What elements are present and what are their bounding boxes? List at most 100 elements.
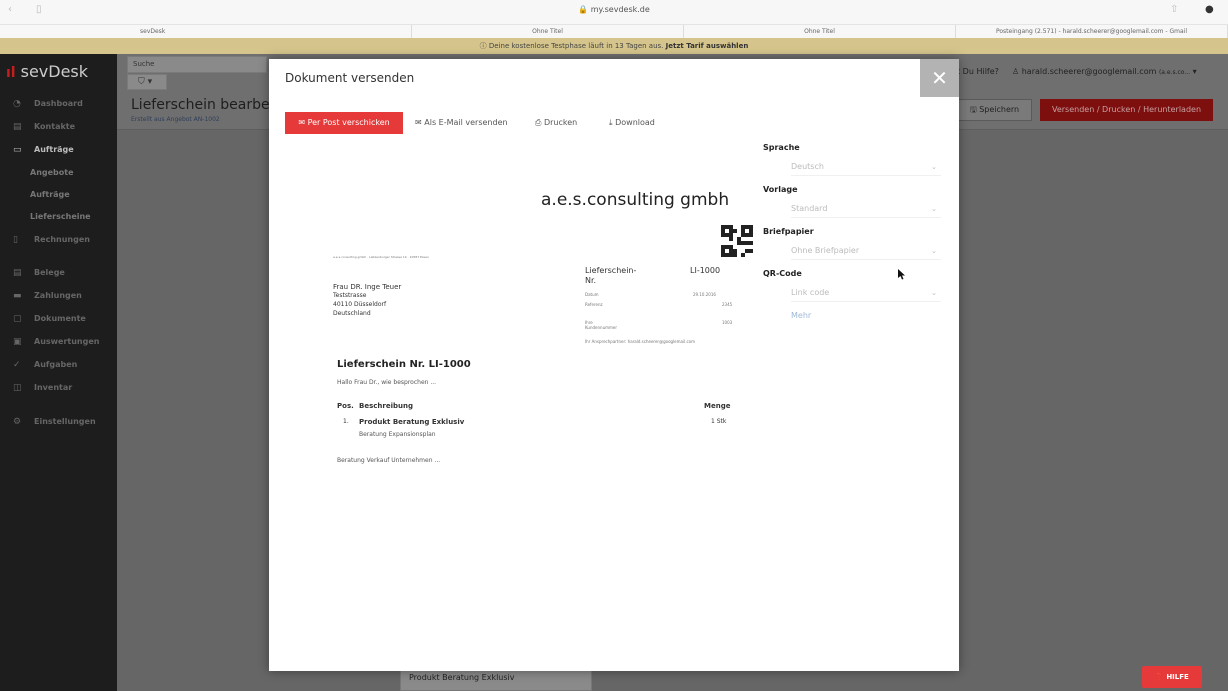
tab-sevdesk[interactable]: sevDesk [0,25,412,38]
meta-date-value: 29.10.2016 [693,292,716,297]
meta-ref-label: Referenz [585,302,603,307]
contact-card-icon: ▤ [13,122,22,132]
more-link[interactable]: Mehr [791,311,811,320]
sender-line: a.e.s.consulting gmbh · Lietzenburger St… [333,255,429,259]
sidebar-item-einstellungen[interactable]: ⚙ Einstellungen [0,412,117,432]
close-button[interactable]: ✕ [920,59,959,97]
user-company: (a.e.s.co... [1158,69,1191,76]
chevron-down-icon: ⌄ [931,247,937,255]
tab-untitled-2[interactable]: Ohne Titel [684,25,956,38]
sidebar-item-label: Kontakte [34,122,76,131]
trial-banner: ⓘ Deine kostenlose Testphase läuft in 13… [0,38,1228,54]
vorlage-value: Standard [791,204,828,213]
recipient-country: Deutschland [333,310,371,317]
sidebar-item-angebote[interactable]: Angebote [0,163,117,183]
save-button[interactable]: 🖫 Speichern [957,99,1032,121]
vorlage-select[interactable]: Standard ⌄ [791,200,941,218]
meta-customer-label: Ihre Kundennummer [585,320,617,330]
extension-icon[interactable]: ● [1205,4,1214,15]
sidebar-item-inventar[interactable]: ◫ Inventar [0,378,117,398]
save-label: Speichern [979,105,1020,114]
filter-icon: ⛉ ▾ [138,77,153,87]
page-subtitle[interactable]: Erstellt aus Angebot AN-1002 [131,116,220,123]
sidebar-item-label: Belege [34,268,65,277]
chart-icon: ▣ [13,337,22,347]
tab-gmail[interactable]: Posteingang (2.571) - harald.scheerer@go… [956,25,1228,38]
tab-label: Drucken [543,118,578,127]
doc-number: LI-1000 [690,266,721,275]
sidebar-item-rechnungen[interactable]: ▯ Rechnungen [0,230,117,250]
sidebar-item-lieferscheine[interactable]: Lieferscheine [0,207,117,227]
recipient-city: 40110 Düsseldorf [333,301,387,308]
help-button[interactable]: ❓ HILFE [1142,666,1202,688]
briefpapier-label: Briefpapier [763,227,814,236]
box-icon: ◫ [13,383,22,393]
briefpapier-value: Ohne Briefpapier [791,246,860,255]
col-quantity: Menge [704,402,731,410]
sidebar-item-label: Dokumente [34,314,86,323]
qr-code-icon [721,225,753,257]
briefpapier-select[interactable]: Ohne Briefpapier ⌄ [791,242,941,260]
tab-per-post[interactable]: ✉ Per Post verschicken [285,112,403,134]
col-description: Beschreibung [359,402,413,410]
sidebar-item-kontakte[interactable]: ▤ Kontakte [0,117,117,137]
user-icon: ♙ [1012,67,1022,76]
sidebar-item-aufgaben[interactable]: ✓ Aufgaben [0,355,117,375]
sidebar-item-belege[interactable]: ▤ Belege [0,263,117,283]
logo-text: sevDesk [20,62,89,81]
search-input[interactable]: Suche [127,56,267,73]
item-quantity: 1 Stk [711,418,727,425]
tab-print[interactable]: ⎙ Drucken [535,112,577,134]
item-description: Beratung Expansionsplan [359,431,436,438]
help-link[interactable]: t Du Hilfe? [957,67,999,76]
chevron-down-icon: ⌄ [931,205,937,213]
trial-text: ⓘ Deine kostenlose Testphase läuft in 13… [479,42,664,50]
tab-bar: sevDesk Ohne Titel Ohne Titel Posteingan… [0,24,1228,38]
tab-label: Download [615,118,655,127]
meta-date-label: Datum [585,292,599,297]
tab-untitled-1[interactable]: Ohne Titel [412,25,684,38]
item-name: Produkt Beratung Exklusiv [359,418,465,426]
address-bar[interactable]: 🔒 my.sevdesk.de [0,5,1228,14]
documents-icon: ▢ [13,314,22,324]
tab-download[interactable]: ⤓ Download [609,112,655,134]
share-icon[interactable]: ⇧ [1170,4,1178,15]
sprache-label: Sprache [763,143,800,152]
vorlage-label: Vorlage [763,185,798,194]
send-print-download-button[interactable]: Versenden / Drucken / Herunterladen [1040,99,1213,121]
contact-person: Ihr Ansprechpartner: harald.scheerer@goo… [585,339,696,344]
sidebar-item-zahlungen[interactable]: ▬ Zahlungen [0,286,117,306]
chevron-down-icon: ⌄ [931,289,937,297]
choose-plan-link[interactable]: Jetzt Tarif auswählen [666,42,749,50]
sprache-select[interactable]: Deutsch ⌄ [791,158,941,176]
sidebar-item-label: Dashboard [34,99,83,108]
sidebar-item-label: Aufträge [34,145,74,154]
sidebar-item-auftraege-sub[interactable]: Aufträge [0,185,117,205]
meta-ref-value: 2345 [722,302,733,307]
sidebar-item-auswertungen[interactable]: ▣ Auswertungen [0,332,117,352]
filter-button[interactable]: ⛉ ▾ [127,74,167,90]
footer-text: Beratung Verkauf Unternehmen ... [337,457,441,464]
document-heading: Lieferschein Nr. LI-1000 [337,359,471,370]
tab-email[interactable]: ✉ Als E-Mail versenden [415,112,508,134]
tab-label: Per Post verschicken [307,118,390,127]
intro-text: Hallo Frau Dr., wie besprochen ... [337,379,437,386]
item-pos: 1. [343,418,349,425]
help-icon: ❓ [1155,673,1167,681]
sevdesk-logo[interactable]: ıl sevDesk [6,62,88,81]
card-icon: ▬ [13,291,22,301]
folder-icon: ▭ [13,145,22,155]
doc-number-label-2: Nr. [585,276,597,285]
sidebar-item-label: Aufgaben [34,360,78,369]
sidebar: ıl sevDesk ◔ Dashboard ▤ Kontakte ▭ Aufträge… [0,54,117,691]
chevron-down-icon: ▾ [1192,67,1197,76]
sidebar-item-label: Rechnungen [34,235,90,244]
qr-code-select[interactable]: Link code ⌄ [791,284,941,302]
mail-icon: ✉ [298,118,308,127]
user-menu[interactable]: ♙ harald.scheerer@googlemail.com (a.e.s.… [1012,67,1197,76]
url-text: my.sevdesk.de [590,5,650,14]
sidebar-item-auftraege[interactable]: ▭ Aufträge [0,140,117,160]
sidebar-item-dokumente[interactable]: ▢ Dokumente [0,309,117,329]
meta-customer-value: 1003 [722,320,733,325]
sidebar-item-dashboard[interactable]: ◔ Dashboard [0,94,117,114]
